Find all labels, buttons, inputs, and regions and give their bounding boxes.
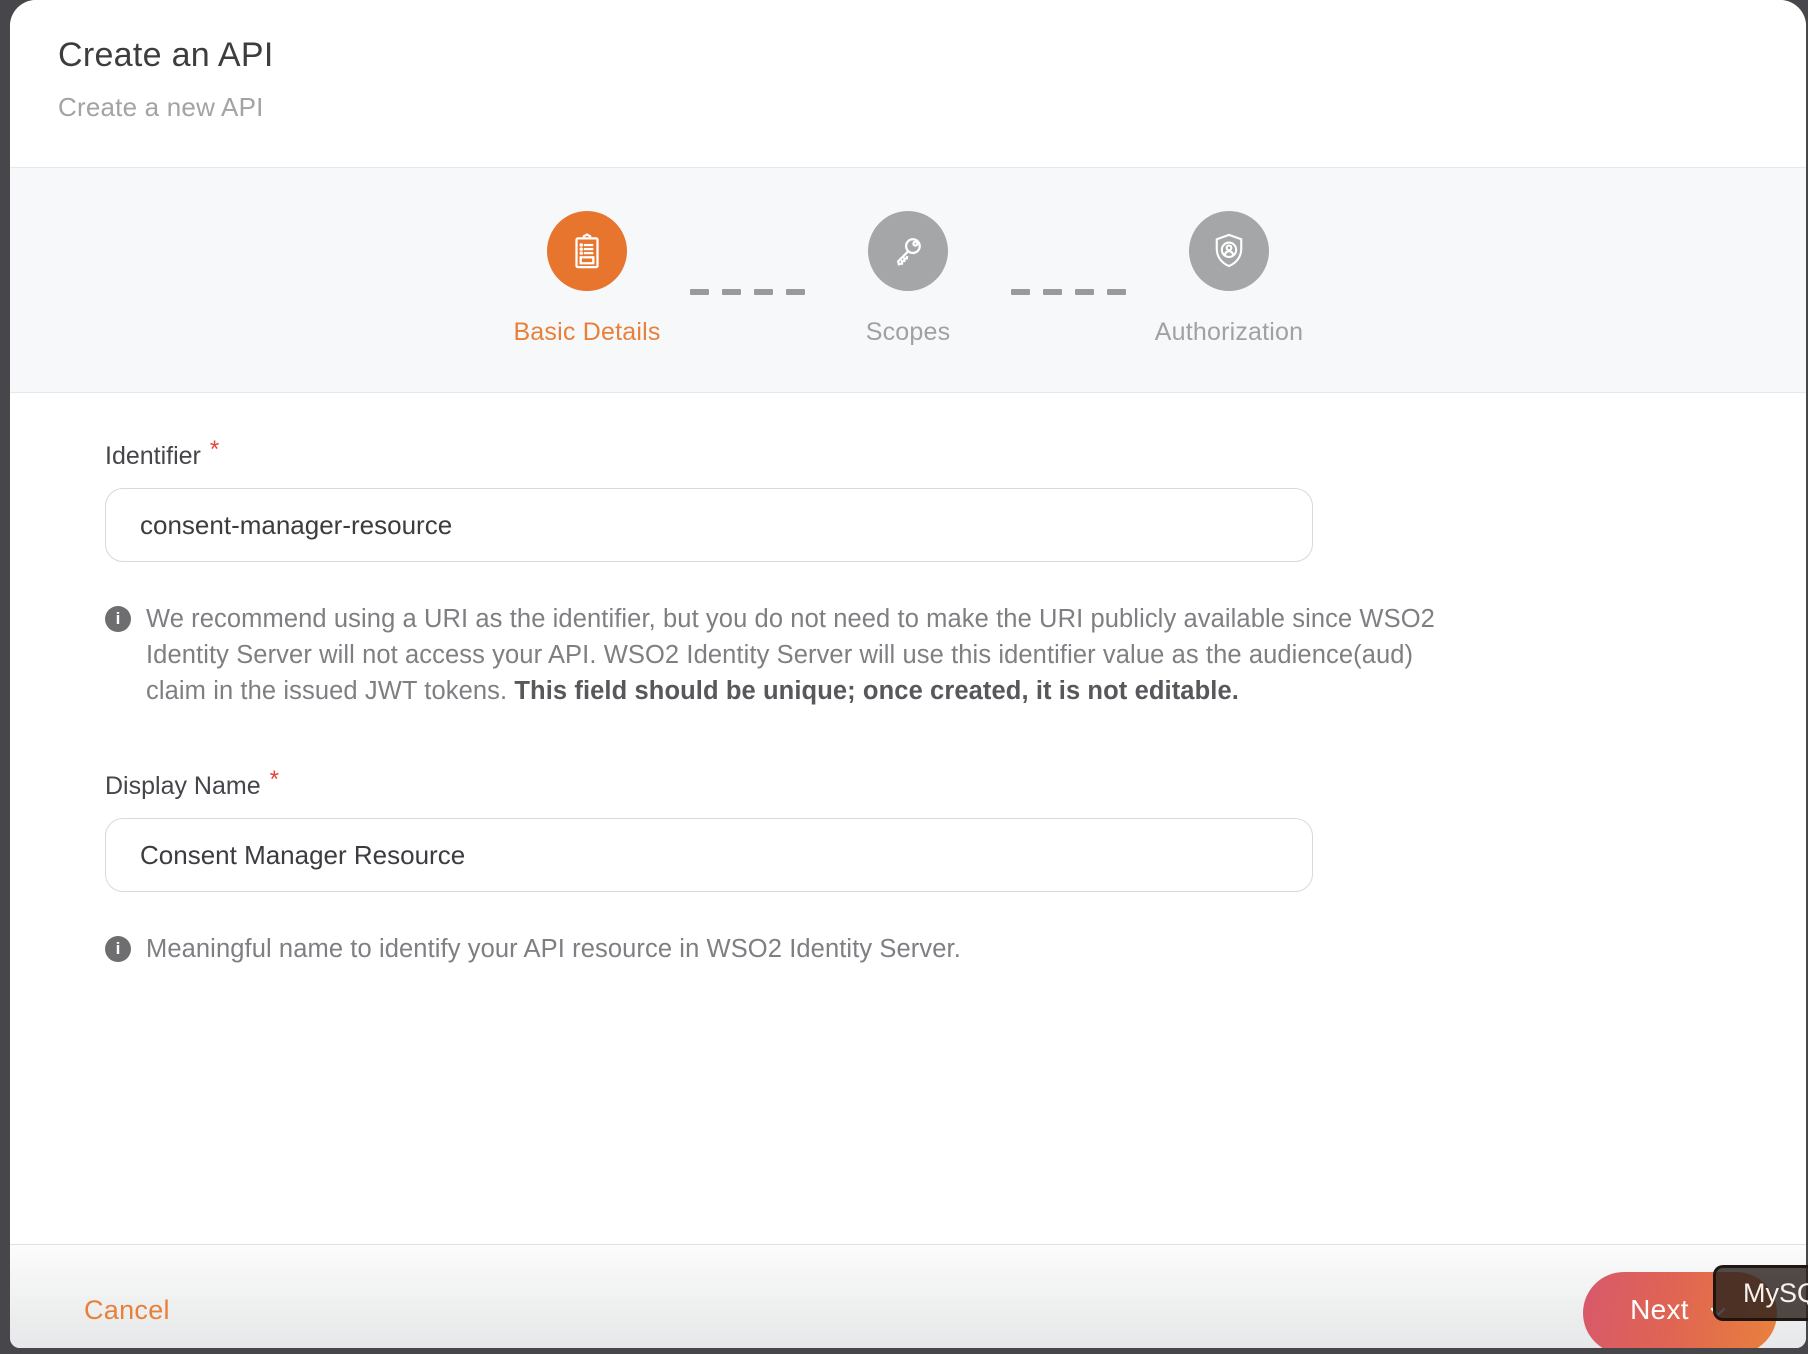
display-name-input[interactable] bbox=[105, 818, 1313, 892]
required-asterisk: * bbox=[269, 766, 279, 793]
step-connector bbox=[1008, 289, 1129, 295]
dialog-footer: Cancel Next bbox=[10, 1244, 1806, 1348]
display-name-label: Display Name * bbox=[105, 766, 279, 801]
step-basic-details: Basic Details bbox=[487, 211, 687, 347]
identifier-input[interactable] bbox=[105, 488, 1313, 562]
mysql-tooltip: MySQ bbox=[1713, 1265, 1808, 1321]
display-name-hint-text: Meaningful name to identify your API res… bbox=[146, 935, 961, 963]
page-subtitle: Create a new API bbox=[58, 92, 264, 122]
step-connector bbox=[687, 289, 808, 295]
step-label-authorization: Authorization bbox=[1154, 318, 1304, 346]
step-authorization: Authorization bbox=[1129, 211, 1329, 347]
step-label-scopes: Scopes bbox=[865, 318, 951, 346]
step-scopes: Scopes bbox=[808, 211, 1008, 347]
identifier-label: Identifier * bbox=[105, 436, 220, 471]
dialog-header: Create an API Create a new API bbox=[10, 0, 1806, 167]
wizard-stepper: Basic Details Scopes Authorization bbox=[10, 167, 1806, 393]
identifier-hint: i We recommend using a URI as the identi… bbox=[105, 601, 1450, 709]
info-icon: i bbox=[105, 606, 131, 632]
key-icon bbox=[868, 211, 948, 291]
page-title: Create an API bbox=[58, 36, 274, 74]
identifier-hint-text: We recommend using a URI as the identifi… bbox=[146, 605, 1435, 705]
required-asterisk: * bbox=[209, 436, 220, 463]
shield-user-icon bbox=[1189, 211, 1269, 291]
cancel-button[interactable]: Cancel bbox=[84, 1295, 170, 1326]
basic-details-form: Identifier * i We recommend using a URI … bbox=[10, 393, 1806, 1244]
create-api-dialog: Create an API Create a new API Basic Det… bbox=[10, 0, 1806, 1348]
step-label-basic-details: Basic Details bbox=[513, 318, 661, 346]
info-icon: i bbox=[105, 936, 131, 962]
clipboard-icon bbox=[547, 211, 627, 291]
next-button-label: Next bbox=[1630, 1294, 1689, 1325]
display-name-hint: i Meaningful name to identify your API r… bbox=[105, 931, 1450, 967]
